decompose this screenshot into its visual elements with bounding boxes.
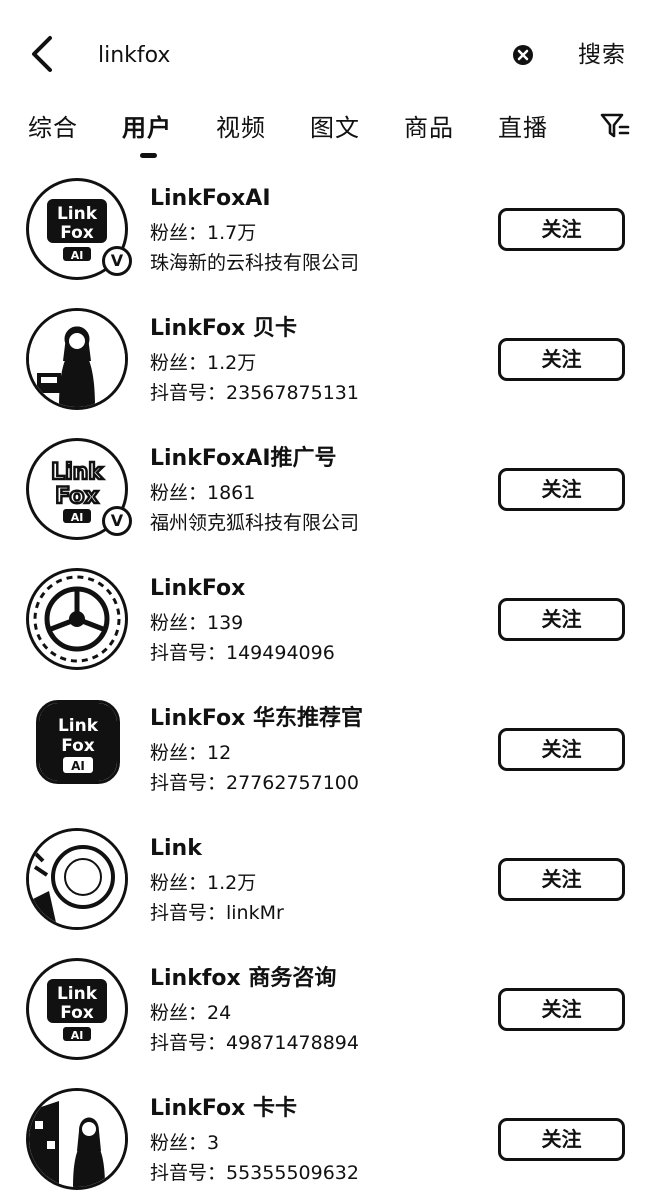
user-result-row[interactable]: Link Fox AI LinkFox 华东推荐官 粉丝：12 抖音号：2776…: [0, 690, 653, 820]
user-meta: 抖音号：23567875131: [150, 382, 359, 404]
tab-image-text[interactable]: 图文: [310, 108, 360, 148]
user-name[interactable]: LinkFox: [150, 574, 245, 604]
user-meta: 抖音号：49871478894: [150, 1032, 359, 1054]
svg-text:AI: AI: [71, 759, 85, 773]
search-submit-button[interactable]: 搜索: [578, 38, 626, 72]
svg-text:AI: AI: [71, 249, 84, 262]
user-fans: 粉丝：1.2万: [150, 352, 257, 374]
user-results-list: Link Fox AI V LinkFoxAI 粉丝：1.7万 珠海新的云科技有…: [0, 170, 653, 1204]
back-button[interactable]: [22, 32, 62, 76]
wheel-emblem-icon: [33, 575, 121, 663]
tab-products[interactable]: 商品: [404, 108, 454, 148]
clear-button[interactable]: [510, 42, 536, 68]
search-results-page: 搜索 综合 用户 视频 图文 商品 直播 Link Fox AI: [0, 0, 653, 1204]
user-meta: 珠海新的云科技有限公司: [150, 252, 360, 274]
svg-text:AI: AI: [71, 511, 84, 524]
linkfox-ai-logo-icon: Link Fox AI: [47, 979, 107, 1042]
user-name[interactable]: Linkfox 商务咨询: [150, 964, 336, 994]
user-result-row[interactable]: Link Fox AI V LinkFoxAI推广号 粉丝：1861 福州领克狐…: [0, 430, 653, 560]
tab-users[interactable]: 用户: [122, 108, 172, 148]
user-name[interactable]: Link: [150, 834, 202, 864]
user-fans: 粉丝：12: [150, 742, 232, 764]
woman-photo-icon: [29, 311, 125, 407]
user-result-row[interactable]: LinkFox 贝卡 粉丝：1.2万 抖音号：23567875131 关注: [0, 300, 653, 430]
follow-button[interactable]: 关注: [498, 338, 625, 381]
user-fans: 粉丝：1861: [150, 482, 256, 504]
follow-button[interactable]: 关注: [498, 858, 625, 901]
user-fans: 粉丝：139: [150, 612, 244, 634]
svg-text:Fox: Fox: [55, 484, 98, 509]
user-name[interactable]: LinkFoxAI: [150, 184, 271, 214]
follow-button[interactable]: 关注: [498, 468, 625, 511]
tab-videos[interactable]: 视频: [216, 108, 266, 148]
avatar[interactable]: [26, 828, 128, 930]
user-result-row[interactable]: LinkFox 粉丝：139 抖音号：149494096 关注: [0, 560, 653, 690]
user-result-row[interactable]: Link Fox AI V LinkFoxAI 粉丝：1.7万 珠海新的云科技有…: [0, 170, 653, 300]
user-meta: 抖音号：149494096: [150, 642, 335, 664]
abstract-photo-icon: [29, 831, 125, 927]
user-meta: 抖音号：27762757100: [150, 772, 359, 794]
avatar[interactable]: [26, 568, 128, 670]
filter-icon: [600, 113, 630, 138]
tab-bar: 综合 用户 视频 图文 商品 直播: [0, 104, 653, 160]
user-meta: 抖音号：linkMr: [150, 902, 284, 924]
svg-text:Fox: Fox: [61, 736, 95, 756]
filter-button[interactable]: [598, 110, 630, 142]
user-name[interactable]: LinkFoxAI推广号: [150, 444, 337, 474]
avatar[interactable]: [26, 1088, 128, 1190]
user-meta: 抖音号：55355509632: [150, 1162, 359, 1184]
clear-circle-icon: [513, 45, 533, 65]
user-fans: 粉丝：1.2万: [150, 872, 257, 894]
verified-v-icon: V: [102, 506, 132, 536]
follow-button[interactable]: 关注: [498, 208, 625, 251]
chevron-left-icon: [32, 36, 52, 72]
active-tab-indicator: [140, 153, 157, 158]
user-fans: 粉丝：24: [150, 1002, 232, 1024]
follow-button[interactable]: 关注: [498, 728, 625, 771]
user-fans: 粉丝：3: [150, 1132, 220, 1154]
search-input[interactable]: [98, 38, 478, 72]
user-meta: 福州领克狐科技有限公司: [150, 512, 360, 534]
svg-text:Link: Link: [58, 716, 99, 736]
avatar[interactable]: Link Fox AI: [36, 700, 120, 784]
svg-text:AI: AI: [71, 1029, 84, 1042]
svg-text:Fox: Fox: [60, 223, 94, 243]
user-name[interactable]: LinkFox 卡卡: [150, 1094, 297, 1124]
tab-comprehensive[interactable]: 综合: [28, 108, 78, 148]
linkfox-ai-square-logo-icon: Link Fox AI: [39, 703, 117, 781]
avatar[interactable]: [26, 308, 128, 410]
svg-text:Link: Link: [57, 984, 98, 1004]
user-result-row[interactable]: LinkFox 卡卡 粉丝：3 抖音号：55355509632 关注: [0, 1080, 653, 1204]
tab-live[interactable]: 直播: [498, 108, 548, 148]
verified-v-icon: V: [102, 246, 132, 276]
user-result-row[interactable]: Link Fox AI Linkfox 商务咨询 粉丝：24 抖音号：49871…: [0, 950, 653, 1080]
follow-button[interactable]: 关注: [498, 988, 625, 1031]
svg-text:Link: Link: [57, 204, 98, 224]
svg-text:Link: Link: [51, 460, 104, 485]
avatar[interactable]: Link Fox AI: [26, 958, 128, 1060]
user-result-row[interactable]: Link 粉丝：1.2万 抖音号：linkMr 关注: [0, 820, 653, 950]
user-name[interactable]: LinkFox 贝卡: [150, 314, 297, 344]
follow-button[interactable]: 关注: [498, 1118, 625, 1161]
woman-photo-icon: [29, 1091, 125, 1187]
svg-text:Fox: Fox: [60, 1003, 94, 1023]
search-bar: 搜索: [0, 0, 653, 104]
user-name[interactable]: LinkFox 华东推荐官: [150, 704, 363, 734]
follow-button[interactable]: 关注: [498, 598, 625, 641]
user-fans: 粉丝：1.7万: [150, 222, 257, 244]
